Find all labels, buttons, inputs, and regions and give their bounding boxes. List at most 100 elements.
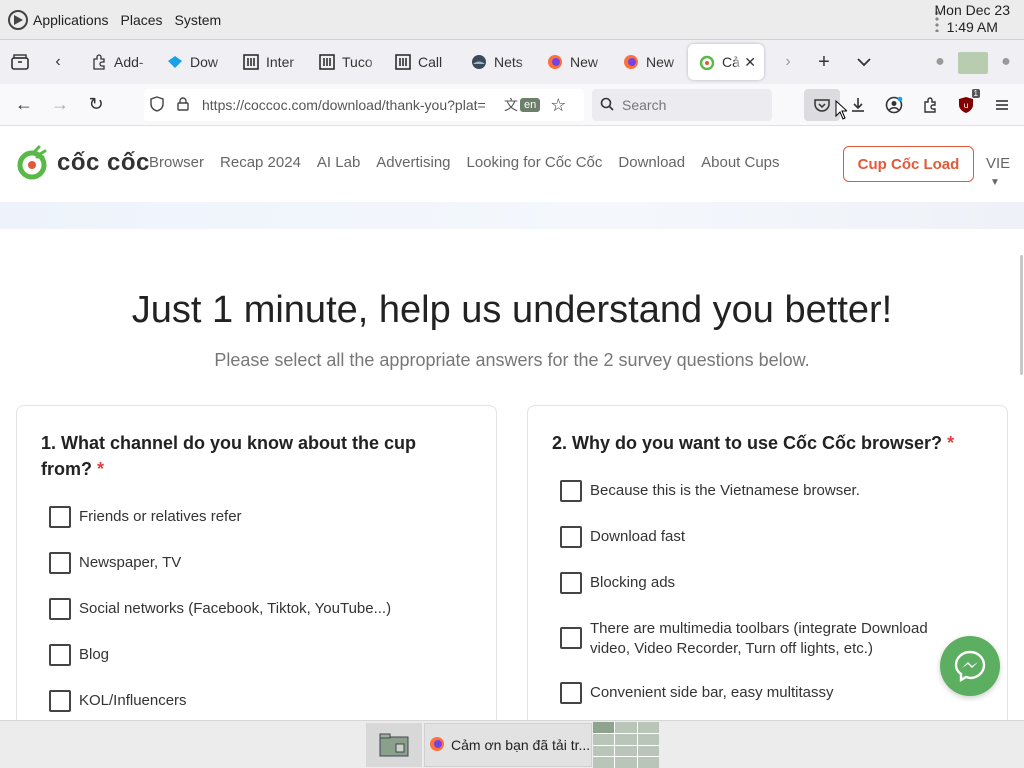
panel-clock[interactable]: Mon Dec 23 1:49 AM <box>935 2 1010 36</box>
menu-system[interactable]: System <box>175 12 222 28</box>
option-multimedia[interactable]: There are multimedia toolbars (integrate… <box>560 618 970 659</box>
option-side-bar[interactable]: Convenient side bar, easy multitassy <box>560 682 833 704</box>
tab-scroll-left-icon[interactable]: ‹ <box>42 46 74 78</box>
site-header: cốc cốc Browser Recap 2024 AI Lab Advert… <box>0 126 1024 202</box>
url-bar[interactable]: https://coccoc.com/download/thank-you?pl… <box>144 89 584 121</box>
question-2-title: 2. Why do you want to use Cốc Cốc browse… <box>552 433 955 453</box>
chevron-down-icon: ▼ <box>990 177 1000 188</box>
option-social[interactable]: Social networks (Facebook, Tiktok, YouTu… <box>49 598 391 620</box>
nav-link-browser[interactable]: Browser <box>149 154 204 171</box>
workspace-7[interactable] <box>593 745 615 757</box>
workspace-switcher[interactable] <box>593 722 659 768</box>
reload-button[interactable]: ↻ <box>78 89 114 121</box>
close-tab-icon[interactable]: ✕ <box>744 54 756 71</box>
workspace-2[interactable] <box>615 722 637 733</box>
tab-overview-icon[interactable] <box>4 46 36 78</box>
checkbox[interactable] <box>49 690 71 712</box>
new-tab-icon[interactable]: + <box>808 46 840 78</box>
menu-places[interactable]: Places <box>121 12 163 28</box>
checkbox[interactable] <box>49 598 71 620</box>
language-selector[interactable]: VIE ▼ <box>986 155 1024 189</box>
option-friends[interactable]: Friends or relatives refer <box>49 506 242 528</box>
checkbox[interactable] <box>49 644 71 666</box>
option-kol[interactable]: KOL/Influencers <box>49 690 187 712</box>
tab-tuco[interactable]: Tuco <box>308 44 384 80</box>
back-button[interactable]: ← <box>6 89 42 121</box>
search-bar[interactable]: Search <box>592 89 772 121</box>
tab-download[interactable]: Dow <box>156 44 232 80</box>
nav-link-about[interactable]: About Cups <box>701 154 779 171</box>
page-scrollbar[interactable] <box>1020 255 1023 375</box>
extensions-button[interactable] <box>912 89 948 121</box>
workspace-11[interactable] <box>615 757 637 768</box>
download-cta-button[interactable]: Cup Cốc Load <box>843 146 974 182</box>
tab-addons[interactable]: Add- <box>80 44 156 80</box>
checkbox[interactable] <box>560 480 582 502</box>
workspace-10[interactable] <box>593 757 615 768</box>
firefox-icon <box>546 53 564 71</box>
workspace-1[interactable] <box>593 722 615 733</box>
checkbox[interactable] <box>560 572 582 594</box>
checkbox[interactable] <box>560 526 582 548</box>
tab-new-2[interactable]: New <box>612 44 688 80</box>
columns-icon <box>318 53 336 71</box>
option-newspaper[interactable]: Newspaper, TV <box>49 552 181 574</box>
tab-internet[interactable]: Inter <box>232 44 308 80</box>
window-control-icon[interactable]: ● <box>924 46 956 78</box>
workspace-9[interactable] <box>637 745 659 757</box>
option-vietnamese[interactable]: Because this is the Vietnamese browser. <box>560 480 860 502</box>
show-desktop-button[interactable] <box>366 723 422 767</box>
ublock-button[interactable]: u 1 <box>948 89 984 121</box>
workspace-12[interactable] <box>637 757 659 768</box>
columns-icon <box>394 53 412 71</box>
account-button[interactable] <box>876 89 912 121</box>
columns-icon <box>242 53 260 71</box>
system-logo-icon[interactable] <box>7 9 29 31</box>
coccoc-logo[interactable]: cốc cốc <box>15 145 150 181</box>
bookmark-star-icon[interactable]: ☆ <box>550 95 566 116</box>
tab-title: Call <box>418 54 443 70</box>
window-control-icon[interactable]: ● <box>990 46 1022 78</box>
checkbox[interactable] <box>49 552 71 574</box>
taskbar-window-firefox[interactable]: Cảm ơn bạn đã tải tr... <box>424 723 592 767</box>
url-text[interactable]: https://coccoc.com/download/thank-you?pl… <box>202 97 494 113</box>
menu-applications[interactable]: Applications <box>33 12 109 28</box>
tab-scroll-right-icon[interactable]: › <box>772 46 804 78</box>
tab-nets[interactable]: Nets <box>460 44 536 80</box>
option-download-fast[interactable]: Download fast <box>560 526 685 548</box>
messenger-chat-button[interactable] <box>940 636 1000 696</box>
nav-link-download[interactable]: Download <box>618 154 685 171</box>
survey-title: Just 1 minute, help us understand you be… <box>131 289 893 331</box>
app-menu-button[interactable] <box>984 89 1020 121</box>
workspace-8[interactable] <box>615 745 637 757</box>
translate-icon[interactable]: 文 <box>504 95 518 115</box>
nav-link-looking-for[interactable]: Looking for Cốc Cốc <box>467 154 603 171</box>
nav-link-recap[interactable]: Recap 2024 <box>220 154 301 171</box>
window-thumbnail[interactable] <box>958 52 988 74</box>
list-all-tabs-icon[interactable] <box>848 46 880 78</box>
workspace-3[interactable] <box>637 722 659 733</box>
option-blog[interactable]: Blog <box>49 644 109 666</box>
option-blocking-ads[interactable]: Blocking ads <box>560 572 675 594</box>
workspace-4[interactable] <box>593 733 615 745</box>
workspace-6[interactable] <box>637 733 659 745</box>
tab-coccoc-active[interactable]: Cả ✕ <box>688 44 764 80</box>
logo-text: cốc cốc <box>57 149 150 176</box>
nav-link-advertising[interactable]: Advertising <box>376 154 450 171</box>
translate-lang-badge[interactable]: en <box>520 98 541 112</box>
shield-icon[interactable] <box>144 95 170 115</box>
checkbox[interactable] <box>560 682 582 704</box>
nav-bar: ← → ↻ https://coccoc.com/download/thank-… <box>0 84 1024 126</box>
checkbox[interactable] <box>560 627 582 649</box>
lock-icon[interactable] <box>170 96 196 114</box>
language-label: VIE <box>986 155 1011 172</box>
tab-title: Inter <box>266 54 295 70</box>
nav-link-ai-lab[interactable]: AI Lab <box>317 154 360 171</box>
tab-title: Nets <box>494 54 523 70</box>
checkbox[interactable] <box>49 506 71 528</box>
search-icon <box>592 97 622 114</box>
tab-new-1[interactable]: New <box>536 44 612 80</box>
tab-call[interactable]: Call <box>384 44 460 80</box>
workspace-5[interactable] <box>615 733 637 745</box>
forward-button[interactable]: → <box>42 89 78 121</box>
